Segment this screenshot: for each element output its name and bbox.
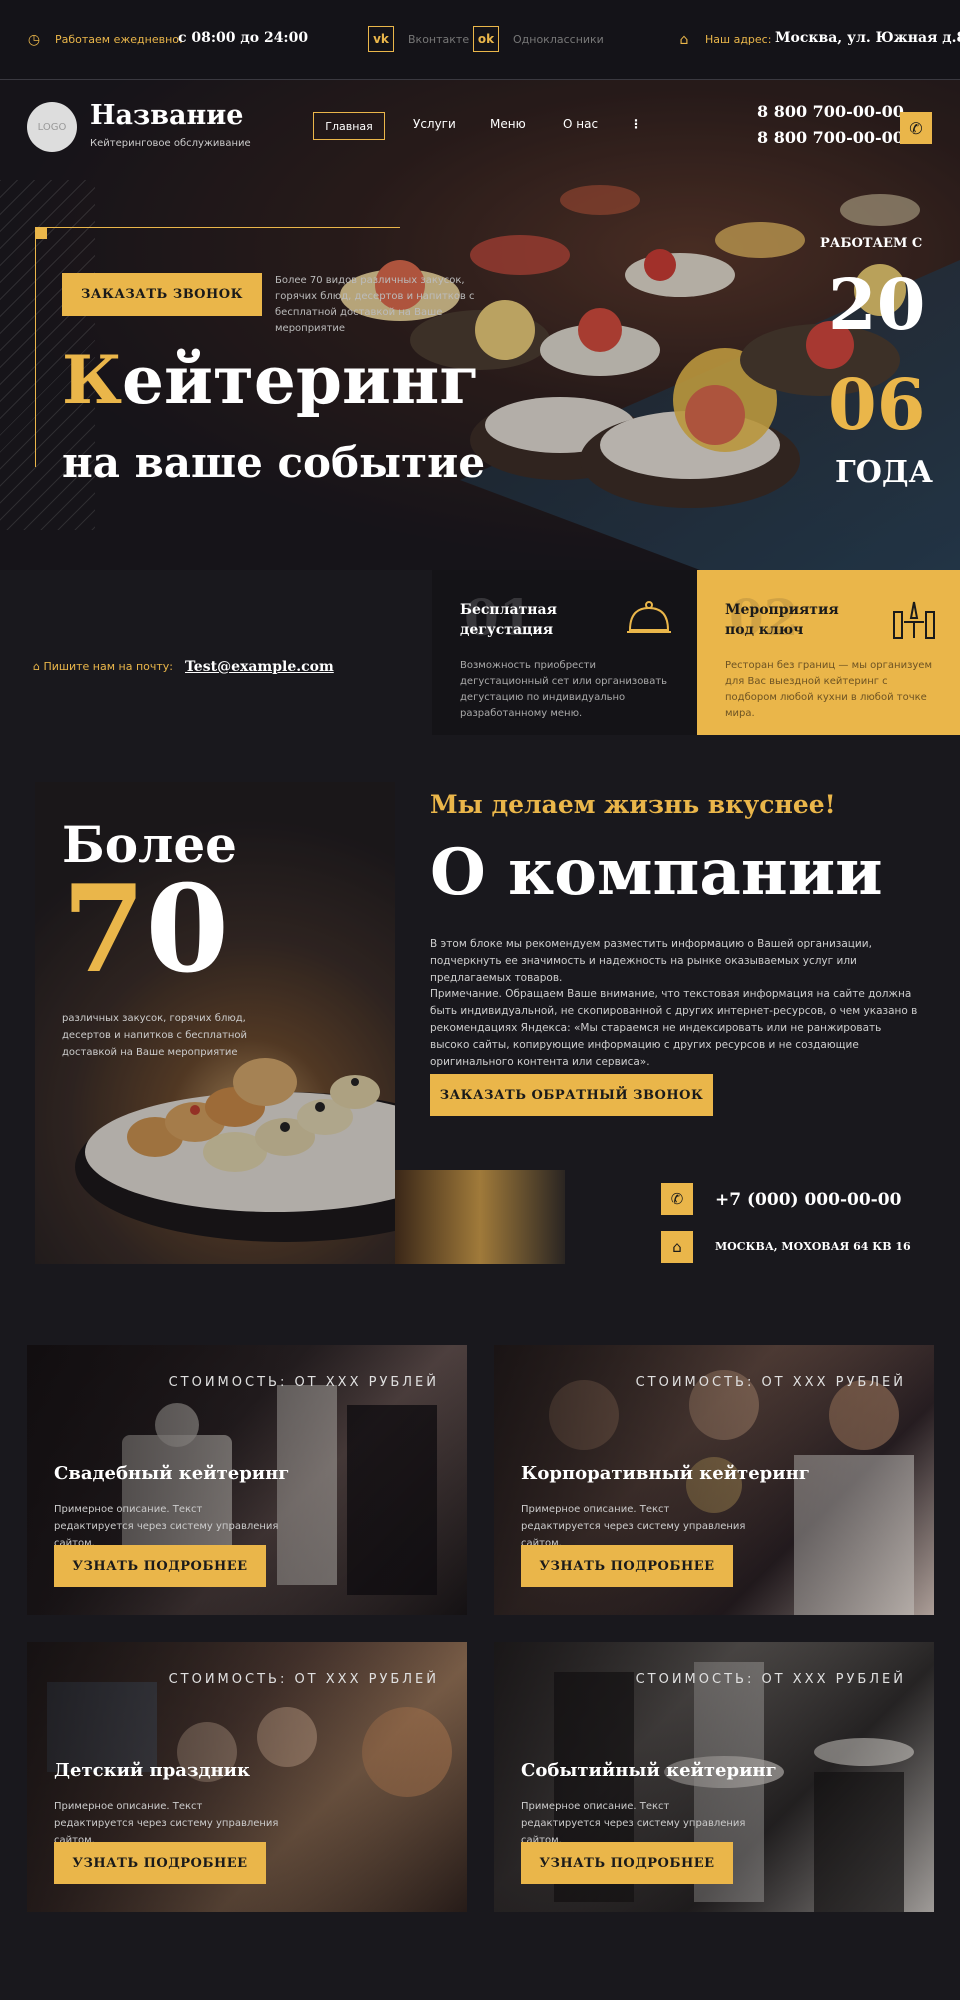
feature-title: Бесплатная дегустация: [460, 602, 557, 638]
card-price: СТОИМОСТЬ: ОТ XXX РУБЛЕЙ: [168, 1672, 439, 1687]
vk-link[interactable]: Вконтакте: [408, 33, 469, 46]
phone-icon: ✆: [661, 1183, 693, 1215]
map-icon: ⌂: [679, 32, 689, 48]
more-number-seven: 7: [62, 859, 146, 1000]
mail-label-text: Пишите нам на почту:: [43, 660, 173, 673]
service-card-kids[interactable]: СТОИМОСТЬ: ОТ XXX РУБЛЕЙ Детский праздни…: [27, 1642, 467, 1912]
more-description: различных закусок, горячих блюд, десерто…: [62, 1013, 248, 1058]
about-tagline: Мы делаем жизнь вкуснее!: [430, 790, 836, 819]
hero-title: Кейтеринг: [62, 340, 480, 420]
cloche-icon: [626, 598, 672, 647]
order-call-button[interactable]: ЗАКАЗАТЬ ЗВОНОК: [62, 273, 262, 316]
contact-address: МОСКВА, МОХОВАЯ 64 КВ 16: [715, 1240, 911, 1253]
contact-phone[interactable]: +7 (000) 000-00-00: [715, 1190, 901, 1210]
address-value: Москва, ул. Южная д.8: [775, 30, 960, 46]
more-number: 70: [62, 865, 229, 995]
hero-title-first-letter: К: [62, 341, 123, 419]
card-price: СТОИМОСТЬ: ОТ XXX РУБЛЕЙ: [168, 1375, 439, 1390]
nav-item-services[interactable]: Услуги: [413, 117, 456, 131]
learn-more-button[interactable]: УЗНАТЬ ПОДРОБНЕЕ: [54, 1842, 266, 1884]
tray-image-extension: [395, 1170, 565, 1264]
card-price: СТОИМОСТЬ: ОТ XXX РУБЛЕЙ: [635, 1375, 906, 1390]
about-paragraph-2: Примечание. Обращаем Ваше внимание, что …: [430, 988, 918, 1068]
service-card-event[interactable]: СТОИМОСТЬ: ОТ XXX РУБЛЕЙ Событийный кейт…: [494, 1642, 934, 1912]
since-label: РАБОТАЕМ С: [820, 236, 923, 251]
hours-label: Работаем ежедневно:: [55, 33, 183, 46]
card-title: Корпоративный кейтеринг: [521, 1463, 810, 1484]
ok-icon[interactable]: ok: [473, 26, 499, 52]
feature-title: Мероприятия под ключ: [725, 602, 839, 638]
top-bar: ◷ Работаем ежедневно: с 08:00 до 24:00 v…: [0, 0, 960, 80]
about-title: О компании: [430, 835, 883, 910]
hero-subtitle: на ваше событие: [62, 438, 486, 487]
nav-more-icon[interactable]: ⋮: [630, 117, 642, 131]
card-price: СТОИМОСТЬ: ОТ XXX РУБЛЕЙ: [635, 1672, 906, 1687]
brand-name[interactable]: Название: [90, 100, 243, 131]
hours-value: с 08:00 до 24:00: [178, 30, 309, 46]
nav-item-menu[interactable]: Меню: [490, 117, 526, 131]
feature-text: Возможность приобрести дегустационный се…: [460, 660, 668, 719]
feature-card-turnkey: 02 Мероприятия под ключ Ресторан без гра…: [697, 570, 960, 735]
table-icon: [891, 598, 937, 651]
service-card-wedding[interactable]: СТОИМОСТЬ: ОТ XXX РУБЛЕЙ Свадебный кейте…: [27, 1345, 467, 1615]
order-callback-button[interactable]: ЗАКАЗАТЬ ОБРАТНЫЙ ЗВОНОК: [430, 1074, 713, 1116]
learn-more-button[interactable]: УЗНАТЬ ПОДРОБНЕЕ: [521, 1842, 733, 1884]
about-paragraph-1: В этом блоке мы рекомендуем разместить и…: [430, 938, 872, 984]
since-year-part2: 06: [828, 363, 926, 446]
header-phone-1[interactable]: 8 800 700-00-00: [757, 102, 904, 121]
learn-more-button[interactable]: УЗНАТЬ ПОДРОБНЕЕ: [521, 1545, 733, 1587]
learn-more-button[interactable]: УЗНАТЬ ПОДРОБНЕЕ: [54, 1545, 266, 1587]
card-title: Детский праздник: [54, 1760, 250, 1781]
service-card-corporate[interactable]: СТОИМОСТЬ: ОТ XXX РУБЛЕЙ Корпоративный к…: [494, 1345, 934, 1615]
logo[interactable]: LOGO: [27, 102, 77, 152]
feature-text: Ресторан без границ — мы организуем для …: [725, 660, 932, 719]
hero-title-rest: ейтеринг: [122, 341, 480, 419]
feature-card-tasting: 01 Бесплатная дегустация Возможность при…: [432, 570, 697, 735]
vk-icon[interactable]: vk: [368, 26, 394, 52]
ok-link[interactable]: Одноклассники: [513, 33, 604, 46]
nav-item-home[interactable]: Главная: [313, 112, 385, 140]
card-title: Свадебный кейтеринг: [54, 1463, 290, 1484]
map-icon: ⌂: [661, 1231, 693, 1263]
brand-subtitle: Кейтеринговое обслуживание: [90, 138, 251, 149]
years-label: ГОДА: [835, 455, 933, 490]
email-link[interactable]: Test@example.com: [185, 659, 334, 675]
card-title: Событийный кейтеринг: [521, 1760, 777, 1781]
since-year-part1: 20: [828, 263, 926, 346]
mail-label: ⌂ Пишите нам на почту:: [33, 660, 173, 673]
phone-call-icon[interactable]: ✆: [900, 112, 932, 144]
mail-icon: ⌂: [33, 660, 44, 673]
hero-description: Более 70 видов различных закусок, горячи…: [275, 275, 475, 334]
address-label: Наш адрес:: [705, 33, 772, 46]
clock-icon: ◷: [27, 32, 41, 48]
hero-frame-corner: [35, 227, 47, 239]
header-phone-2[interactable]: 8 800 700-00-00: [757, 128, 904, 147]
more-number-zero: 0: [145, 859, 230, 1000]
nav-item-about[interactable]: О нас: [563, 117, 598, 131]
